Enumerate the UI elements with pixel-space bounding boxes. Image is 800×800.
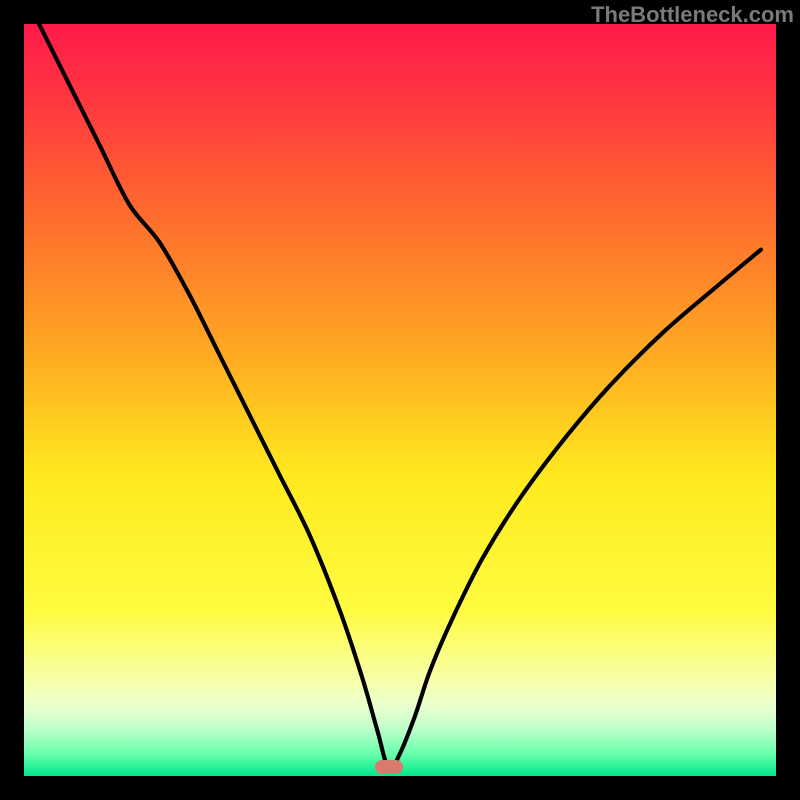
optimal-marker xyxy=(375,760,403,774)
chart-frame: TheBottleneck.com xyxy=(0,0,800,800)
bottleneck-curve xyxy=(24,24,776,776)
plot-area xyxy=(24,24,776,776)
